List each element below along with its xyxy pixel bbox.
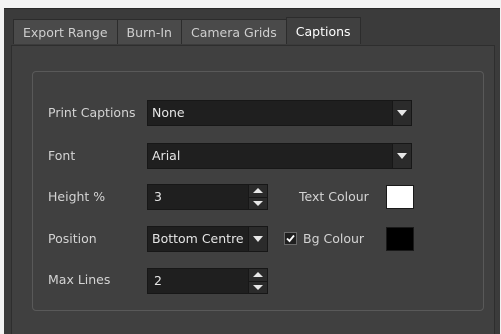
chevron-down-icon xyxy=(253,236,263,242)
tab-export-range[interactable]: Export Range xyxy=(13,19,118,44)
font-value: Arial xyxy=(152,148,181,163)
tab-burn-in[interactable]: Burn-In xyxy=(116,19,182,44)
tab-bar: Export Range Burn-In Camera Grids Captio… xyxy=(13,17,361,45)
position-dropdown[interactable]: Bottom Centre xyxy=(147,226,268,252)
bg-colour-swatch[interactable] xyxy=(386,227,414,251)
print-captions-dropdown[interactable]: None xyxy=(147,100,412,126)
spin-down-icon xyxy=(253,200,263,206)
max-lines-value: 2 xyxy=(154,273,162,288)
position-value: Bottom Centre xyxy=(152,231,244,246)
font-dropdown-button[interactable] xyxy=(392,144,411,168)
max-lines-spin-down[interactable] xyxy=(249,280,267,293)
max-lines-spinbox[interactable]: 2 xyxy=(147,268,268,294)
position-label: Position xyxy=(48,231,97,246)
height-spin-buttons xyxy=(248,185,267,209)
text-colour-swatch[interactable] xyxy=(386,185,414,209)
print-captions-label: Print Captions xyxy=(48,105,136,120)
captions-panel: Print Captions None Font Arial Height % … xyxy=(11,45,495,334)
tab-camera-grids[interactable]: Camera Grids xyxy=(180,19,287,44)
font-dropdown[interactable]: Arial xyxy=(147,143,412,169)
chevron-down-icon xyxy=(397,110,407,116)
font-label: Font xyxy=(48,148,76,163)
tab-captions[interactable]: Captions xyxy=(285,17,361,44)
print-captions-dropdown-button[interactable] xyxy=(392,101,411,125)
chevron-down-icon xyxy=(397,153,407,159)
check-icon xyxy=(286,234,295,243)
height-label: Height % xyxy=(48,189,106,204)
max-lines-spin-up[interactable] xyxy=(249,269,267,281)
height-spin-down[interactable] xyxy=(249,196,267,209)
text-colour-label: Text Colour xyxy=(299,189,369,204)
captions-group-box: Print Captions None Font Arial Height % … xyxy=(32,71,484,311)
bg-colour-checkbox[interactable] xyxy=(284,232,297,245)
print-captions-value: None xyxy=(152,105,185,120)
max-lines-label: Max Lines xyxy=(48,272,111,287)
position-dropdown-button[interactable] xyxy=(248,227,267,251)
spin-up-icon xyxy=(253,188,263,194)
height-value: 3 xyxy=(154,189,162,204)
dialog-window: Export Range Burn-In Camera Grids Captio… xyxy=(4,8,500,334)
max-lines-spin-buttons xyxy=(248,269,267,293)
spin-down-icon xyxy=(253,284,263,290)
spin-up-icon xyxy=(253,272,263,278)
height-spinbox[interactable]: 3 xyxy=(147,184,268,210)
height-spin-up[interactable] xyxy=(249,185,267,197)
bg-colour-label: Bg Colour xyxy=(303,231,365,246)
